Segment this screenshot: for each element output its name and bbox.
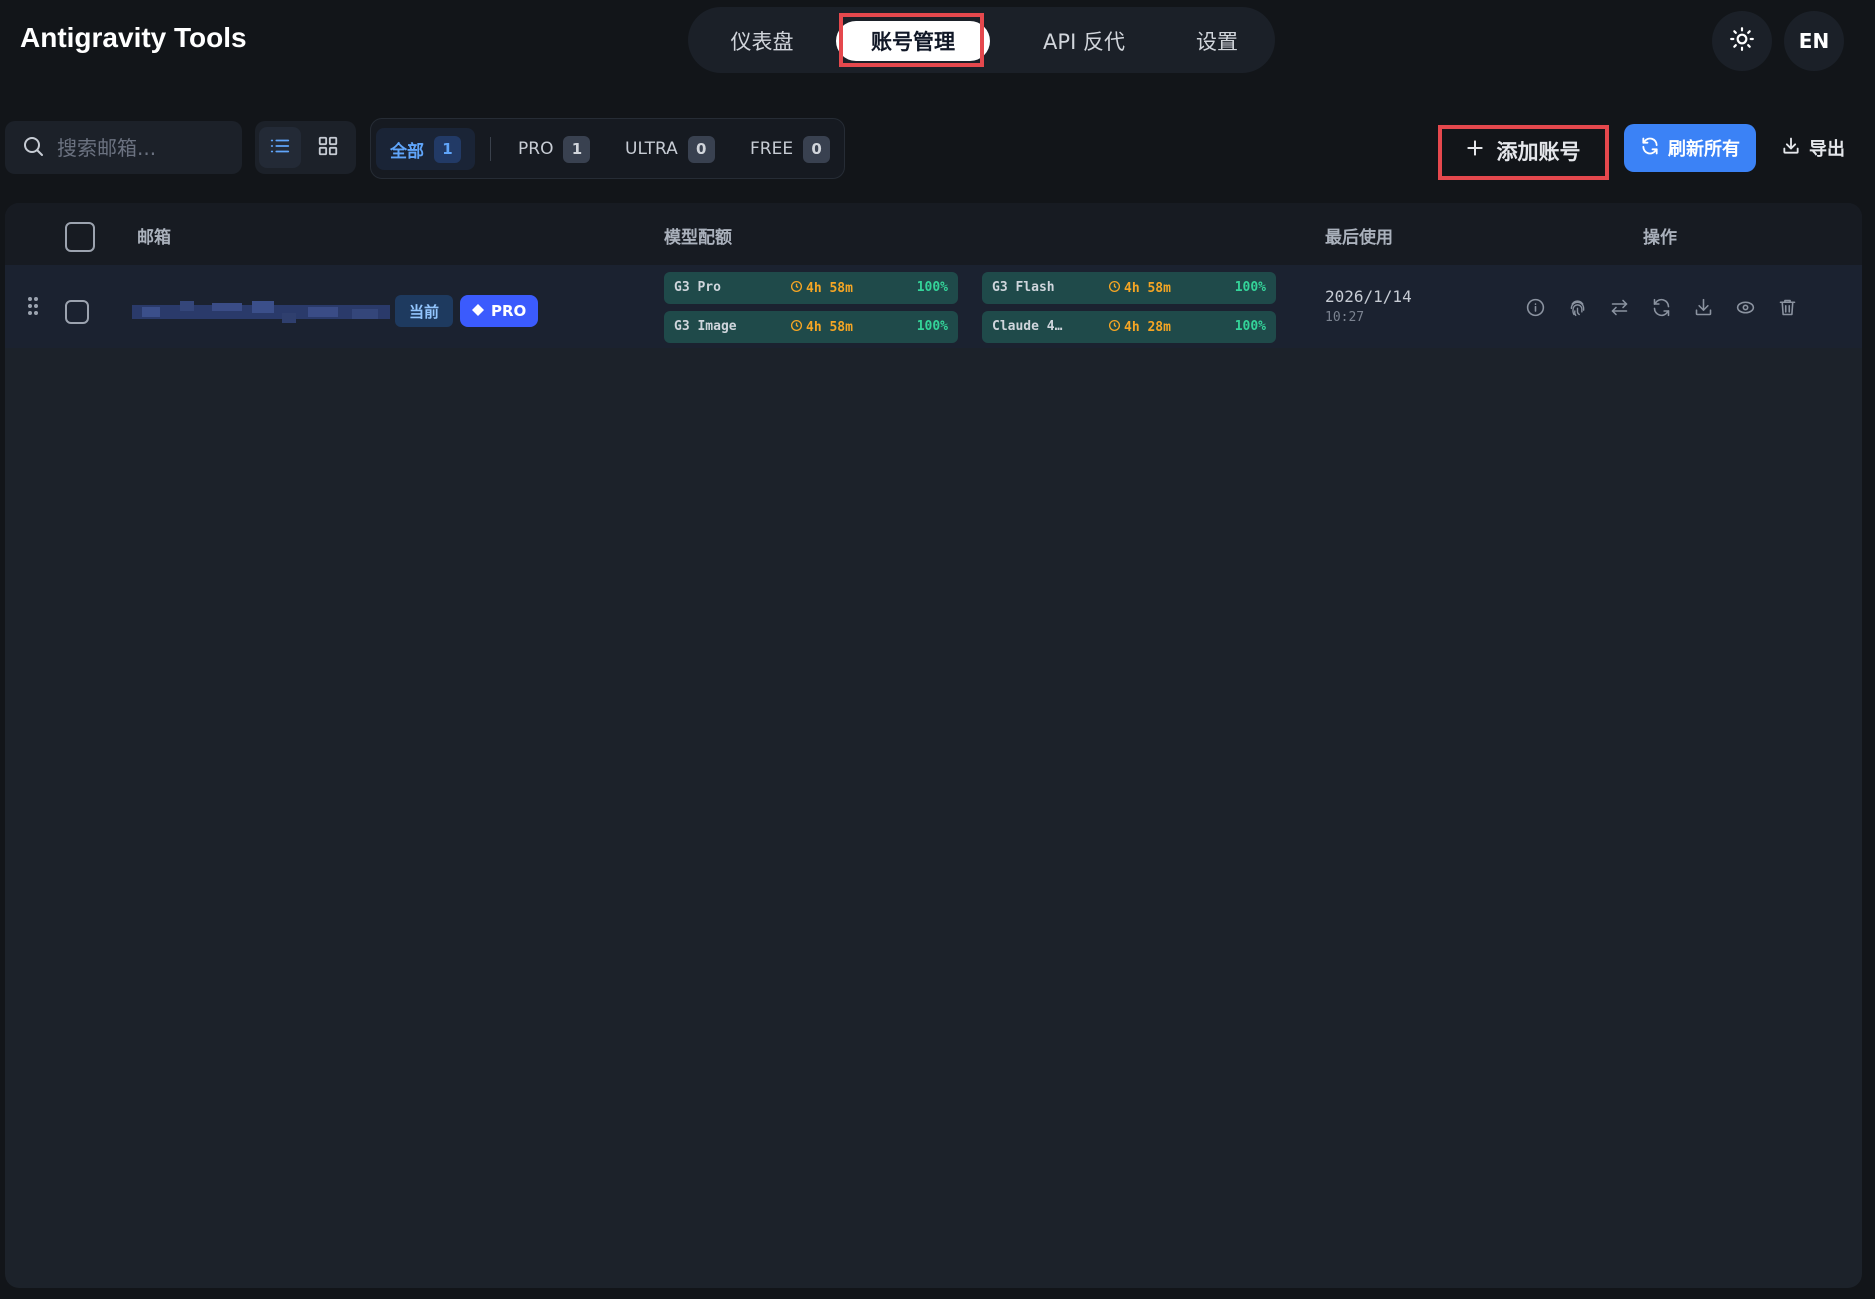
refresh-icon[interactable] <box>1649 295 1673 319</box>
list-icon <box>269 135 291 161</box>
last-used-date: 2026/1/14 <box>1325 287 1412 306</box>
info-icon[interactable] <box>1523 295 1547 319</box>
header-quota: 模型配额 <box>664 228 732 248</box>
drag-handle-icon[interactable] <box>27 296 39 320</box>
last-used-time: 10:27 <box>1325 310 1365 325</box>
search-input[interactable] <box>57 135 227 160</box>
download-icon <box>1781 136 1801 161</box>
filter-label: ULTRA <box>625 139 678 159</box>
theme-toggle-button[interactable] <box>1712 11 1772 71</box>
accounts-table: 邮箱 模型配额 最后使用 操作 当前 PRO G3 Pro 4h 58m 100… <box>5 203 1862 1288</box>
switch-icon[interactable] <box>1607 295 1631 319</box>
main-nav: 仪表盘 账号管理 API 反代 设置 <box>688 7 1275 73</box>
table-header: 邮箱 模型配额 最后使用 操作 <box>5 203 1862 265</box>
quota-reset: 4h 58m <box>790 319 853 336</box>
filter-label: PRO <box>518 139 554 159</box>
export-button[interactable]: 导出 <box>1776 124 1850 172</box>
diamond-icon <box>472 302 484 320</box>
tab-settings[interactable]: 设置 <box>1162 21 1272 61</box>
filter-label: FREE <box>750 139 794 159</box>
email-redacted <box>132 293 390 329</box>
tier-filter-group: 全部 1 PRO 1 ULTRA 0 FREE 0 <box>370 118 845 179</box>
download-icon[interactable] <box>1691 295 1715 319</box>
fingerprint-icon[interactable] <box>1565 295 1589 319</box>
clock-icon <box>790 319 803 336</box>
quota-reset: 4h 58m <box>1108 280 1171 297</box>
quota-reset: 4h 28m <box>1108 319 1171 336</box>
app-title: Antigravity Tools <box>20 22 247 53</box>
plus-icon <box>1465 138 1485 163</box>
clock-icon <box>1108 319 1121 336</box>
quota-percent: 100% <box>1234 280 1266 295</box>
export-label: 导出 <box>1809 139 1845 160</box>
quota-model: Claude 4… <box>992 319 1063 334</box>
header-email: 邮箱 <box>137 228 171 248</box>
row-checkbox[interactable] <box>65 300 89 324</box>
tab-accounts[interactable]: 账号管理 <box>836 21 990 61</box>
quota-percent: 100% <box>916 319 948 334</box>
quota-g3-pro: G3 Pro 4h 58m 100% <box>664 272 958 304</box>
language-button[interactable]: EN <box>1784 11 1844 71</box>
pro-badge-label: PRO <box>491 302 527 320</box>
quota-model: G3 Flash <box>992 280 1055 295</box>
filter-divider <box>490 137 491 161</box>
header-last-used: 最后使用 <box>1325 228 1393 248</box>
quota-reset-text: 4h 28m <box>1124 320 1171 335</box>
refresh-icon <box>1640 136 1660 161</box>
grid-view-button[interactable] <box>307 127 349 168</box>
trash-icon[interactable] <box>1775 295 1799 319</box>
filter-count: 0 <box>687 135 715 163</box>
filter-pro[interactable]: PRO 1 <box>504 128 604 170</box>
quota-reset: 4h 58m <box>790 280 853 297</box>
filter-count: 1 <box>563 135 591 163</box>
quota-percent: 100% <box>1234 319 1266 334</box>
quota-claude: Claude 4… 4h 28m 100% <box>982 311 1276 343</box>
list-view-button[interactable] <box>259 127 301 168</box>
view-toggle <box>255 121 356 174</box>
filter-free[interactable]: FREE 0 <box>736 128 844 170</box>
quota-reset-text: 4h 58m <box>806 281 853 296</box>
quota-model: G3 Image <box>674 319 737 334</box>
grid-icon <box>317 135 339 161</box>
quota-reset-text: 4h 58m <box>1124 281 1171 296</box>
select-all-checkbox[interactable] <box>65 222 95 252</box>
pro-badge: PRO <box>460 295 539 327</box>
row-actions <box>1523 295 1799 319</box>
add-account-label: 添加账号 <box>1496 139 1581 164</box>
add-account-button[interactable]: 添加账号 <box>1440 125 1605 176</box>
tab-dashboard[interactable]: 仪表盘 <box>688 21 836 61</box>
quota-g3-image: G3 Image 4h 58m 100% <box>664 311 958 343</box>
clock-icon <box>1108 280 1121 297</box>
table-row[interactable]: 当前 PRO G3 Pro 4h 58m 100% G3 Flash 4h 58… <box>5 265 1862 348</box>
quota-model: G3 Pro <box>674 280 721 295</box>
refresh-all-button[interactable]: 刷新所有 <box>1624 124 1756 172</box>
tab-api-proxy[interactable]: API 反代 <box>1006 21 1162 61</box>
filter-count: 1 <box>434 135 461 163</box>
search-box <box>5 121 242 174</box>
search-icon <box>21 134 45 162</box>
quota-g3-flash: G3 Flash 4h 58m 100% <box>982 272 1276 304</box>
filter-all[interactable]: 全部 1 <box>376 128 475 170</box>
sun-icon <box>1729 26 1755 57</box>
refresh-all-label: 刷新所有 <box>1668 139 1740 160</box>
quota-percent: 100% <box>916 280 948 295</box>
last-used: 2026/1/14 10:27 <box>1325 287 1412 325</box>
filter-ultra[interactable]: ULTRA 0 <box>611 128 729 170</box>
header-actions: 操作 <box>1643 228 1677 248</box>
filter-count: 0 <box>803 135 831 163</box>
quota-reset-text: 4h 58m <box>806 320 853 335</box>
eye-icon[interactable] <box>1733 295 1757 319</box>
current-badge: 当前 <box>395 295 454 327</box>
filter-label: 全部 <box>390 141 424 162</box>
clock-icon <box>790 280 803 297</box>
